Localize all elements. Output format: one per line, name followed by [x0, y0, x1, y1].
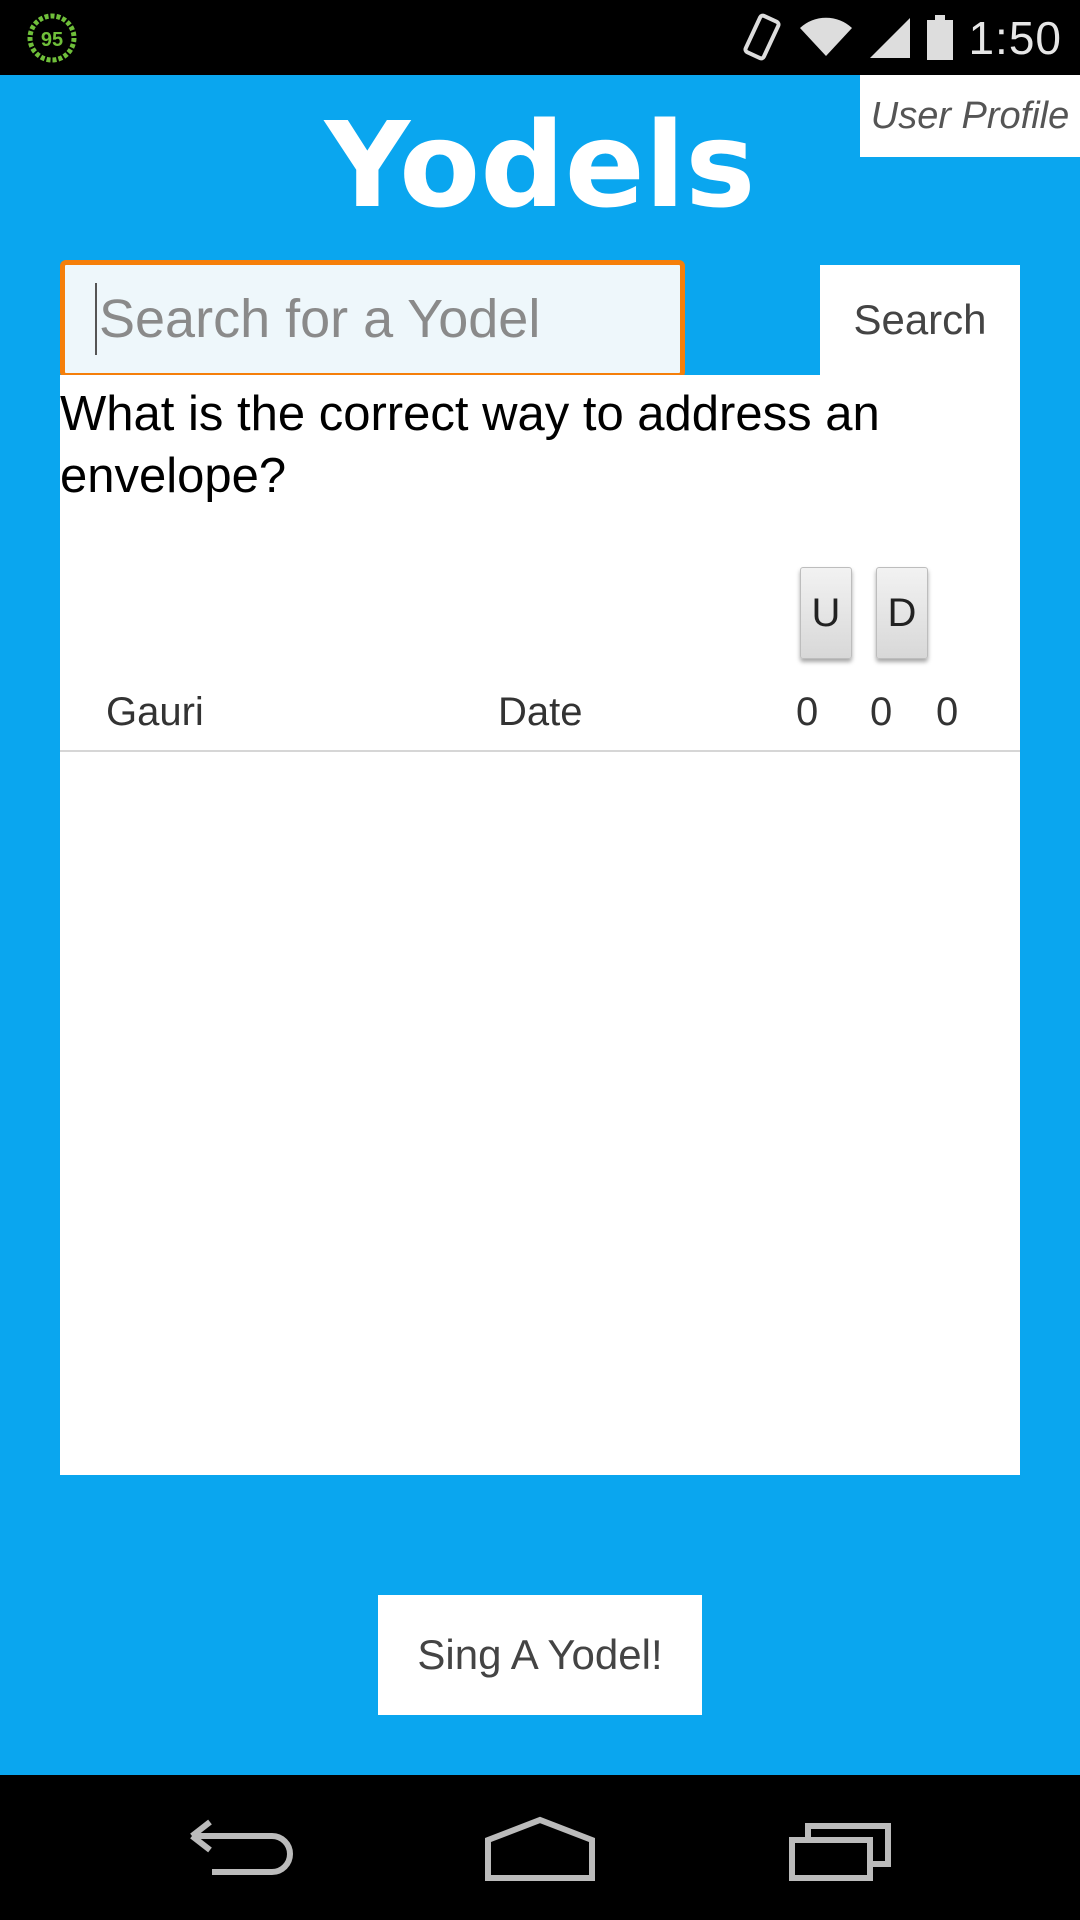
downvote-button[interactable]: D	[876, 567, 928, 659]
text-caret	[95, 283, 97, 355]
sing-a-yodel-button[interactable]: Sing A Yodel!	[378, 1595, 702, 1715]
nav-bar	[0, 1775, 1080, 1920]
upvote-button[interactable]: U	[800, 567, 852, 659]
signal-icon	[870, 17, 911, 58]
search-placeholder: Search for a Yodel	[99, 289, 541, 349]
recent-apps-icon	[789, 1823, 891, 1881]
back-button[interactable]	[180, 1810, 300, 1890]
yodel-list: What is the correct way to address an en…	[60, 375, 1020, 1475]
divider	[60, 750, 1020, 752]
home-button[interactable]	[480, 1810, 600, 1890]
search-input[interactable]: Search for a Yodel	[60, 260, 685, 378]
wifi-icon	[800, 17, 853, 56]
app-screen: User Profile Yodels Search for a Yodel S…	[0, 75, 1080, 1775]
vibrate-icon	[743, 13, 781, 60]
yodel-count-3: 0	[936, 690, 959, 734]
back-icon	[190, 1819, 293, 1875]
yodel-author: Gauri	[106, 690, 204, 734]
yodel-count-2: 0	[870, 690, 893, 734]
battery-percent-badge: 95	[26, 12, 78, 64]
page-title: Yodels	[324, 96, 756, 234]
battery-ring-icon: 95	[27, 13, 77, 63]
yodel-date: Date	[498, 690, 583, 734]
yodel-meta-row: Gauri Date 0 0 0	[60, 680, 1020, 750]
battery-icon	[927, 14, 954, 60]
recent-apps-button[interactable]	[780, 1810, 900, 1890]
yodel-count-1: 0	[796, 690, 819, 734]
yodel-question: What is the correct way to address an en…	[60, 387, 880, 503]
status-bar: 95 1:50	[0, 0, 1080, 75]
status-time: 1:50	[968, 11, 1062, 64]
home-icon	[485, 1816, 595, 1881]
search-button[interactable]: Search	[820, 265, 1020, 375]
battery-badge-text: 95	[41, 29, 63, 51]
